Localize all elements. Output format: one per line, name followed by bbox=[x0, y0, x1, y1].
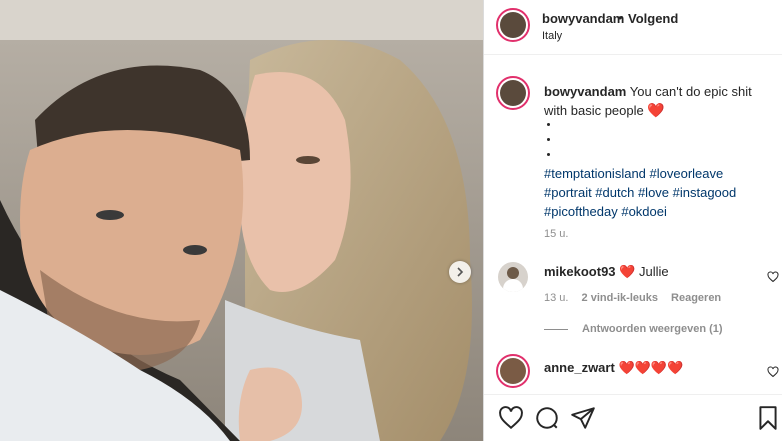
comment-1-likes[interactable]: 2 vind-ik-leuks bbox=[582, 292, 658, 304]
caption-dots bbox=[545, 123, 550, 168]
comment-icon[interactable] bbox=[534, 405, 560, 431]
caption-hashtags: #temptationisland #loveorleave #portrait… bbox=[544, 164, 736, 221]
caption-heart-emoji: ❤️ bbox=[647, 102, 665, 118]
comment-2-like-heart-icon[interactable] bbox=[767, 366, 779, 378]
view-replies-label[interactable]: Antwoorden weergeven (1) bbox=[582, 323, 723, 335]
comment-avatar-anne_zwart[interactable] bbox=[496, 354, 530, 388]
comment-1-text: ❤️ Jullie bbox=[619, 264, 669, 279]
post-header: bowyvandam • Volgend Italy bbox=[484, 0, 782, 55]
comment-1-reply-button[interactable]: Reageren bbox=[671, 292, 721, 304]
author-avatar[interactable] bbox=[496, 8, 530, 42]
comment-1-meta: 13 u. 2 vind-ik-leuks Reageren bbox=[544, 292, 721, 304]
comment-1-time: 13 u. bbox=[544, 292, 569, 304]
comment-2: anne_zwart ❤️❤️❤️❤️ bbox=[544, 360, 683, 376]
caption-username[interactable]: bowyvandam bbox=[544, 84, 626, 99]
hashtags-line-2[interactable]: #portrait #dutch #love #instagood bbox=[544, 183, 736, 202]
post-photo bbox=[0, 0, 483, 441]
post-photo-image bbox=[0, 0, 483, 441]
comment-2-text: ❤️❤️❤️❤️ bbox=[618, 360, 684, 375]
share-icon[interactable] bbox=[570, 405, 596, 431]
next-photo-button[interactable] bbox=[449, 261, 471, 283]
author-username[interactable]: bowyvandam bbox=[542, 11, 624, 26]
follow-status-button[interactable]: Volgend bbox=[628, 11, 678, 26]
caption-block: bowyvandam You can't do epic shit with b… bbox=[544, 82, 774, 120]
comment-1-like-heart-icon[interactable] bbox=[767, 271, 779, 283]
caption-avatar[interactable] bbox=[496, 76, 530, 110]
bookmark-icon[interactable] bbox=[755, 405, 781, 431]
hashtags-line-1[interactable]: #temptationisland #loveorleave bbox=[544, 164, 736, 183]
post-location[interactable]: Italy bbox=[542, 30, 562, 42]
header-separator: • bbox=[618, 11, 623, 25]
chevron-right-icon bbox=[457, 267, 464, 277]
action-bar bbox=[484, 394, 782, 442]
hashtags-line-3[interactable]: #picoftheday #okdoei bbox=[544, 202, 736, 221]
comment-avatar-mikekoot93[interactable] bbox=[498, 262, 528, 292]
comment-1-username[interactable]: mikekoot93 bbox=[544, 264, 616, 279]
caption-time: 15 u. bbox=[544, 228, 569, 240]
comment-1: mikekoot93 ❤️ Jullie bbox=[544, 264, 669, 280]
post-side-panel: bowyvandam • Volgend Italy bowyvandam Yo… bbox=[483, 0, 782, 441]
comment-2-username[interactable]: anne_zwart bbox=[544, 360, 615, 375]
view-replies-line bbox=[544, 328, 568, 330]
view-replies[interactable]: Antwoorden weergeven (1) bbox=[544, 323, 723, 335]
heart-icon[interactable] bbox=[498, 405, 524, 431]
